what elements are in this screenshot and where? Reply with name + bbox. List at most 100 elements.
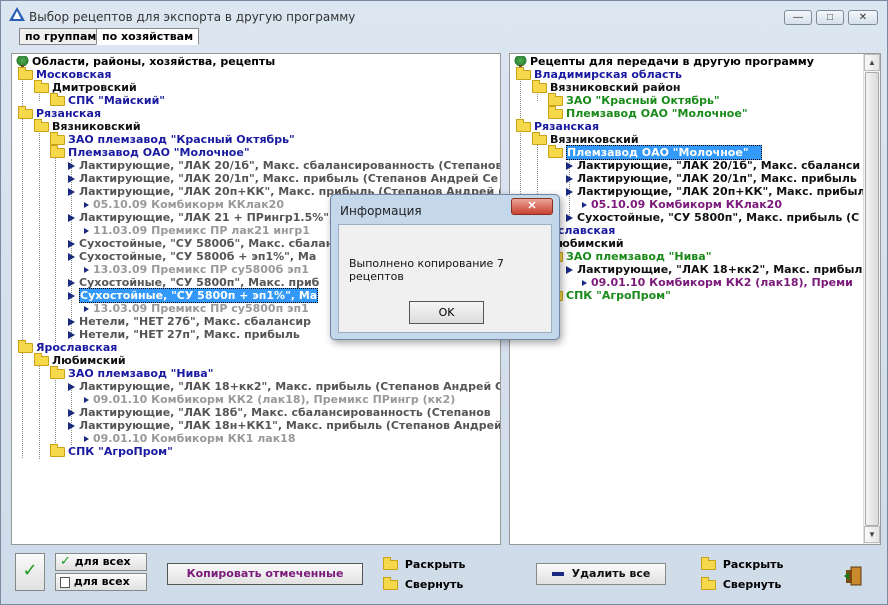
recipe-arrow-icon <box>68 188 75 196</box>
recipe-arrow-icon <box>68 383 75 391</box>
recipe-arrow-icon <box>68 331 75 339</box>
copy-selected-button[interactable]: Копировать отмеченные <box>167 563 363 585</box>
tree-node-recipe[interactable]: Сухостойные, "СУ 5800б + эп1%", Ма <box>68 250 316 263</box>
feed-arrow-icon <box>84 202 89 208</box>
tree-node-recipe[interactable]: Лактирующие, "ЛАК 18б", Макс. сбалансиро… <box>68 406 491 419</box>
folder-icon <box>516 67 531 80</box>
folder-icon <box>532 132 547 145</box>
feed-arrow-icon <box>84 306 89 312</box>
collapse-left-link[interactable]: Свернуть <box>383 577 463 591</box>
window-title: Выбор рецептов для экспорта в другую про… <box>29 10 356 24</box>
tab-by-groups[interactable]: по группам <box>19 28 103 45</box>
tree-node-farm[interactable]: Племзавод ОАО "Молочное" <box>50 145 250 159</box>
main-window: Выбор рецептов для экспорта в другую про… <box>0 0 888 605</box>
uncheck-all-button[interactable]: для всех <box>55 573 147 591</box>
tree-node-recipe[interactable]: Лактирующие, "ЛАК 20/1б", Макс. сбаланси <box>566 159 860 172</box>
tree-node-feed[interactable]: 13.03.09 Премикс ПР су5800б эп1 <box>84 263 309 276</box>
collapse-right-link[interactable]: Свернуть <box>701 577 781 591</box>
apply-button[interactable]: ✓ <box>15 553 45 591</box>
tree-node-farm[interactable]: СПК "Майский" <box>50 93 165 107</box>
tree-node-recipe[interactable]: Лактирующие, "ЛАК 20/1п", Макс. прибыль … <box>68 172 498 185</box>
minimize-button[interactable]: — <box>784 10 812 25</box>
dialog-ok-button[interactable]: OK <box>409 301 484 324</box>
tree-node-farm-selected[interactable]: Племзавод ОАО "Молочное" <box>548 145 762 160</box>
right-scrollbar[interactable]: ▲ ▼ <box>863 54 880 544</box>
tree-node-feed[interactable]: 09.01.10 Комбикорм КК1 лак18 <box>84 432 295 445</box>
checkmark-icon: ✓ <box>22 560 38 581</box>
folder-icon <box>516 119 531 132</box>
tree-node-recipe[interactable]: Сухостойные, "СУ 5800п", Макс. прибыль (… <box>566 211 859 224</box>
tree-node-farm[interactable]: СПК "АгроПром" <box>548 288 671 302</box>
right-tree-panel[interactable]: Рецепты для передачи в другую программу … <box>509 53 881 545</box>
tree-node-farm[interactable]: СПК "АгроПром" <box>50 444 173 458</box>
tree-node-region[interactable]: Рязанская <box>18 106 101 120</box>
tree-node-farm[interactable]: ЗАО племзавод "Нива" <box>50 366 213 380</box>
tree-node-recipe[interactable]: Лактирующие, "ЛАК 18н+КК1", Макс. прибыл… <box>68 419 500 432</box>
folder-icon <box>701 577 716 590</box>
tree-node-recipe[interactable]: Нетели, "НЕТ 27б", Макс. сбалансир <box>68 315 311 328</box>
tree-node-recipe[interactable]: Нетели, "НЕТ 27п", Макс. прибыль <box>68 328 300 341</box>
app-triangle-icon <box>9 7 25 21</box>
recipe-arrow-icon <box>68 240 75 248</box>
tree-node-region[interactable]: Владимирская область <box>516 67 682 81</box>
check-all-button[interactable]: ✓ для всех <box>55 553 147 571</box>
tree-node-recipe[interactable]: Сухостойные, "СУ 5800б", Макс. сбалан <box>68 237 333 250</box>
folder-icon <box>34 353 49 366</box>
folder-icon <box>383 557 398 570</box>
exit-door-icon[interactable] <box>843 566 863 586</box>
recipe-arrow-icon <box>68 279 75 287</box>
tree-node-region[interactable]: Ярославская <box>18 340 117 354</box>
tree-node-district[interactable]: Любимский <box>34 353 126 367</box>
recipe-arrow-icon <box>566 188 573 196</box>
tree-node-recipe[interactable]: Лактирующие, "ЛАК 20/1б", Макс. сбаланси… <box>68 159 500 172</box>
recipe-arrow-icon <box>566 175 573 183</box>
delete-all-button[interactable]: Удалить все <box>536 563 666 585</box>
tree-node-feed[interactable]: 05.10.09 Комбикорм ККлак20 <box>84 198 284 211</box>
recipe-arrow-icon <box>68 292 75 300</box>
folder-icon <box>18 67 33 80</box>
tree-node-feed[interactable]: 11.03.09 Премикс ПР лак21 ингр1 <box>84 224 310 237</box>
dialog-close-button[interactable]: ✕ <box>511 198 553 215</box>
recipe-arrow-icon <box>68 318 75 326</box>
folder-icon <box>50 366 65 379</box>
feed-arrow-icon <box>84 436 89 442</box>
expand-right-link[interactable]: Раскрыть <box>701 557 783 571</box>
tree-node-farm[interactable]: ЗАО племзавод "Красный Октябрь" <box>50 132 295 146</box>
tree-node-recipe[interactable]: Лактирующие, "ЛАК 18+кк2", Макс. прибыль… <box>68 380 500 393</box>
tree-node-farm[interactable]: Племзавод ОАО "Молочное" <box>548 106 748 120</box>
folder-icon <box>701 557 716 570</box>
tree-node-farm[interactable]: ЗАО "Красный Октябрь" <box>548 93 720 107</box>
tree-node-region[interactable]: Рязанская <box>516 119 599 133</box>
expand-left-link[interactable]: Раскрыть <box>383 557 465 571</box>
recipe-arrow-icon <box>68 253 75 261</box>
tree-node-recipe[interactable]: Лактирующие, "ЛАК 20/1п", Макс. прибыль <box>566 172 857 185</box>
tree-node-feed[interactable]: 09.01.10 Комбикорм КК2 (лак18), Преми <box>582 276 853 289</box>
tree-node-recipe[interactable]: Лактирующие, "ЛАК 18+кк2", Макс. прибыль <box>566 263 869 276</box>
tree-node-region[interactable]: Московская <box>18 67 111 81</box>
tree-node-feed[interactable]: 05.10.09 Комбикорм ККлак20 <box>582 198 782 211</box>
close-window-button[interactable]: ✕ <box>848 10 878 25</box>
scroll-thumb[interactable] <box>865 72 879 526</box>
scroll-up-arrow[interactable]: ▲ <box>864 54 880 71</box>
folder-icon <box>532 80 547 93</box>
folder-icon <box>18 106 33 119</box>
dialog-title: Информация <box>340 204 422 218</box>
recipe-arrow-icon <box>68 409 75 417</box>
tree-node-recipe[interactable]: Лактирующие, "ЛАК 20п+КК", Макс. прибыль <box>566 185 872 198</box>
tree-node-farm[interactable]: ЗАО племзавод "Нива" <box>548 249 711 263</box>
tree-node-recipe[interactable]: Лактирующие, "ЛАК 21 + ПРингр1.5%", Ма <box>68 211 355 224</box>
tree-node-feed[interactable]: 09.01.10 Комбикорм КК2 (лак18), Премикс … <box>84 393 455 406</box>
info-dialog: Информация ✕ Выполнено копирование 7 рец… <box>330 194 560 340</box>
feed-arrow-icon <box>84 228 89 234</box>
tab-by-farms[interactable]: по хозяйствам <box>96 28 200 45</box>
folder-icon <box>548 145 563 158</box>
maximize-button[interactable]: □ <box>816 10 844 25</box>
scroll-down-arrow[interactable]: ▼ <box>864 526 880 543</box>
tree-node-feed[interactable]: 13.03.09 Премикс ПР су5800п эп1 <box>84 302 309 315</box>
folder-icon <box>50 132 65 145</box>
recipe-arrow-icon <box>566 266 573 274</box>
feed-arrow-icon <box>84 397 89 403</box>
tree-node-recipe-selected[interactable]: Сухостойные, "СУ 5800п + эп1%", Ма <box>68 288 319 303</box>
dialog-body: Выполнено копирование 7 рецептов OK <box>338 224 552 333</box>
minus-icon <box>551 572 564 576</box>
